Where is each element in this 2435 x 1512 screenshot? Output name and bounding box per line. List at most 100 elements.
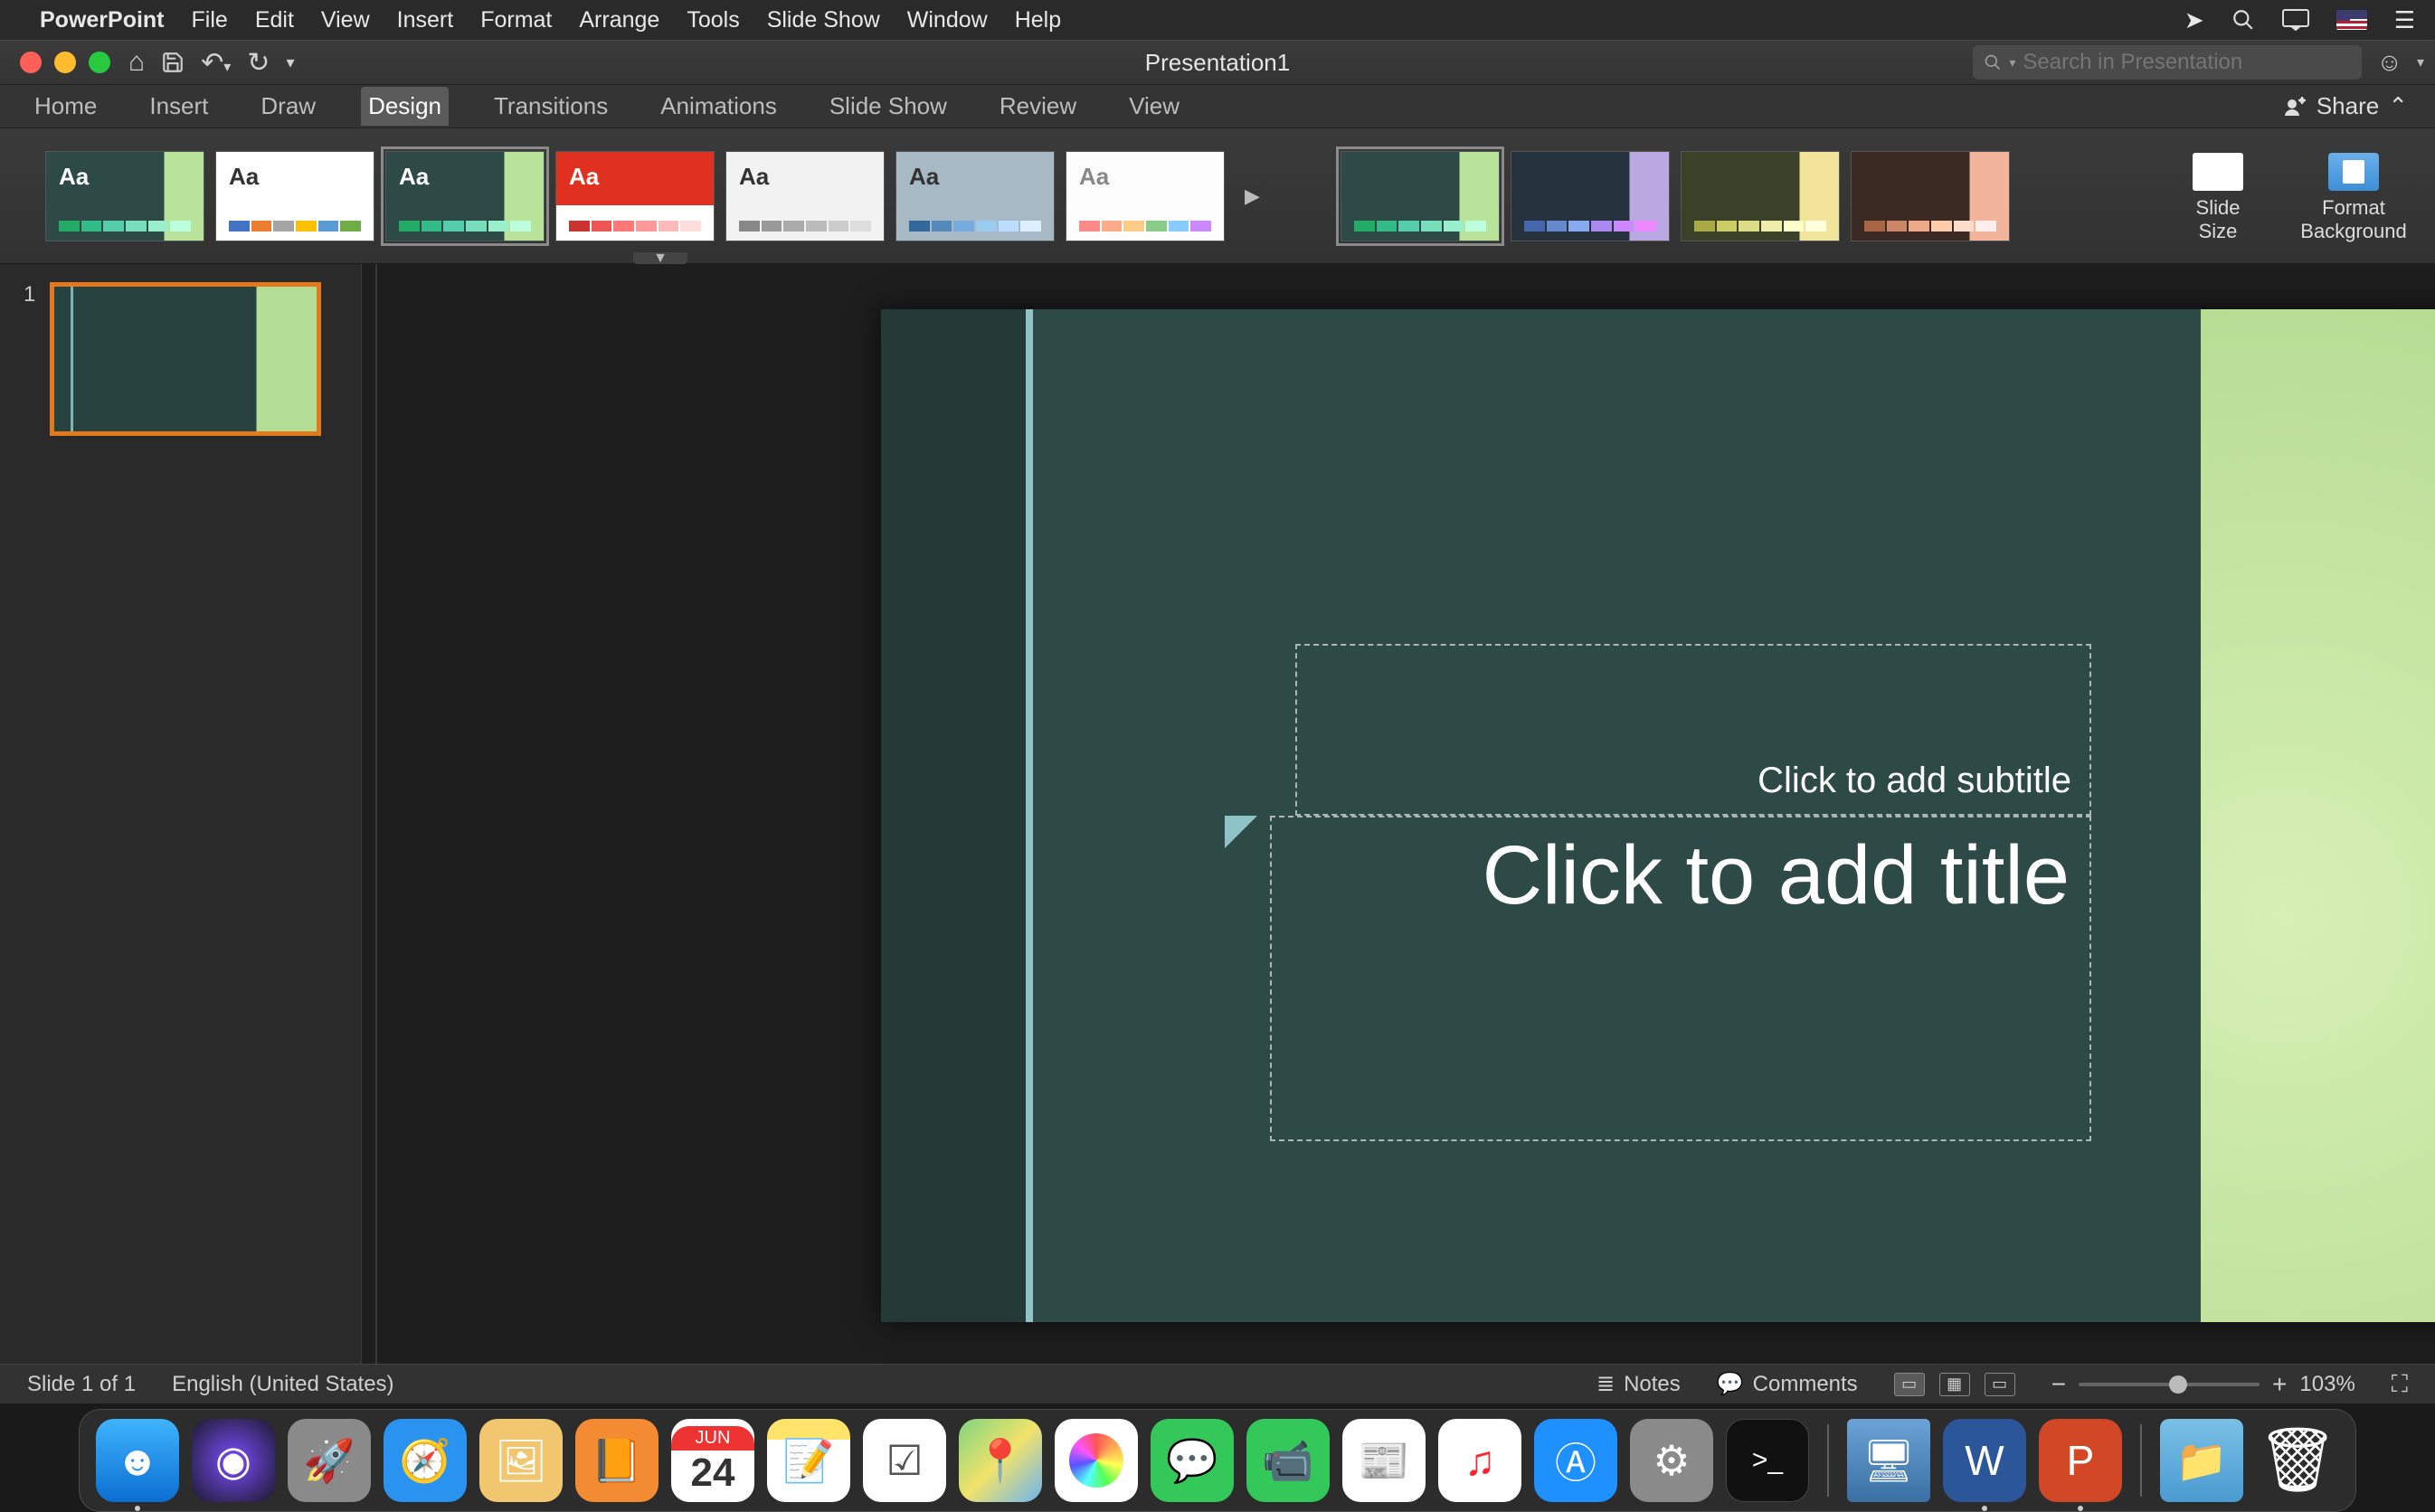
search-input[interactable] <box>2023 50 2351 75</box>
dock-word-icon[interactable]: W <box>1943 1419 2026 1502</box>
undo-icon[interactable]: ↶▾ <box>201 47 231 79</box>
dock-desktop-icon[interactable]: 🖥 <box>1847 1419 1930 1502</box>
slide-thumbnails-panel[interactable]: 1 <box>0 264 362 1364</box>
pointer-icon[interactable]: ➤ <box>2184 6 2204 34</box>
dock-photos-icon[interactable] <box>1055 1419 1138 1502</box>
menu-help[interactable]: Help <box>1015 7 1061 33</box>
menu-window[interactable]: Window <box>907 7 988 33</box>
close-window-button[interactable] <box>20 52 42 73</box>
slide-canvas-area[interactable]: Click to add subtitle Click to add title <box>362 264 2435 1364</box>
ribbon-collapse-icon[interactable]: ⌃ <box>2388 92 2408 120</box>
slide-mini-preview[interactable] <box>50 282 321 436</box>
variant-1[interactable] <box>1341 151 1500 241</box>
tab-home[interactable]: Home <box>27 87 104 126</box>
menu-tools[interactable]: Tools <box>687 7 739 33</box>
tab-slideshow[interactable]: Slide Show <box>822 87 954 126</box>
variant-2[interactable] <box>1511 151 1670 241</box>
spotlight-icon[interactable] <box>2231 8 2255 32</box>
save-icon[interactable] <box>161 51 185 74</box>
dock-sysprefs-icon[interactable]: ⚙ <box>1630 1419 1713 1502</box>
feedback-dropdown-icon[interactable]: ▾ <box>2417 53 2424 71</box>
dock-launchpad-icon[interactable]: 🚀 <box>288 1419 371 1502</box>
themes-more-icon[interactable]: ▶ <box>1236 184 1265 208</box>
dock-notes-icon[interactable]: 📝 <box>767 1419 850 1502</box>
theme-gray[interactable]: Aa <box>725 151 885 241</box>
dock-reminders-icon[interactable]: ☑ <box>863 1419 946 1502</box>
theme-office[interactable]: Aa <box>215 151 374 241</box>
redo-icon[interactable]: ↻ <box>247 47 270 79</box>
slide-thumbnail-1[interactable]: 1 <box>24 282 337 436</box>
zoom-slider-thumb[interactable] <box>2169 1375 2187 1394</box>
zoom-window-button[interactable] <box>89 52 110 73</box>
tab-animations[interactable]: Animations <box>653 87 784 126</box>
view-buttons: ▭ ▦ ▭ <box>1894 1373 2015 1396</box>
zoom-percent[interactable]: 103% <box>2299 1372 2354 1397</box>
theme-red[interactable]: Aa <box>555 151 715 241</box>
dock-news-icon[interactable]: 📰 <box>1342 1419 1426 1502</box>
notes-button[interactable]: ≣Notes <box>1596 1371 1681 1397</box>
slide[interactable]: Click to add subtitle Click to add title <box>881 309 2435 1322</box>
tab-transitions[interactable]: Transitions <box>487 87 615 126</box>
variant-4[interactable] <box>1851 151 2010 241</box>
zoom-slider[interactable] <box>2079 1383 2260 1386</box>
screen-mirroring-icon[interactable] <box>2282 9 2309 31</box>
menu-slideshow[interactable]: Slide Show <box>767 7 880 33</box>
themes-dropdown-handle[interactable]: ▼ <box>633 252 687 265</box>
dock-preview-icon[interactable]: 🖼 <box>479 1419 563 1502</box>
dock-powerpoint-icon[interactable]: P <box>2039 1419 2122 1502</box>
theme-current[interactable]: Aa <box>45 151 204 241</box>
menu-view[interactable]: View <box>321 7 370 33</box>
variant-3[interactable] <box>1681 151 1840 241</box>
tab-review[interactable]: Review <box>992 87 1084 126</box>
dock-music-icon[interactable]: ♫ <box>1438 1419 1521 1502</box>
input-source-flag-icon[interactable] <box>2336 10 2367 30</box>
dock-terminal-icon[interactable]: >_ <box>1726 1419 1809 1502</box>
minimize-window-button[interactable] <box>54 52 76 73</box>
dock-calendar-icon[interactable]: JUN24 <box>671 1419 754 1502</box>
dock-siri-icon[interactable]: ◉ <box>192 1419 275 1502</box>
app-menu[interactable]: PowerPoint <box>40 7 165 33</box>
tab-view[interactable]: View <box>1122 87 1187 126</box>
zoom-out-icon[interactable]: − <box>2051 1370 2066 1399</box>
menu-edit[interactable]: Edit <box>255 7 294 33</box>
search-in-presentation[interactable]: ▾ <box>1973 45 2362 80</box>
format-background-button[interactable]: Format Background <box>2299 153 2408 243</box>
fit-to-window-icon[interactable]: ⛶ <box>2392 1370 2408 1399</box>
ribbon-tabs: Home Insert Draw Design Transitions Anim… <box>0 85 2435 128</box>
menu-file[interactable]: File <box>192 7 228 33</box>
dock-appstore-icon[interactable]: Ⓐ <box>1534 1419 1617 1502</box>
menu-arrange[interactable]: Arrange <box>579 7 659 33</box>
menu-format[interactable]: Format <box>480 7 552 33</box>
share-button[interactable]: Share ⌃ <box>2284 92 2408 120</box>
dock-downloads-icon[interactable]: 📁 <box>2160 1419 2243 1502</box>
search-dropdown-icon[interactable]: ▾ <box>2009 55 2015 71</box>
dock-safari-icon[interactable]: 🧭 <box>384 1419 467 1502</box>
slide-size-button[interactable]: Slide Size <box>2164 153 2272 243</box>
home-icon[interactable]: ⌂ <box>128 47 145 78</box>
zoom-in-icon[interactable]: + <box>2272 1370 2287 1399</box>
reading-view-icon[interactable]: ▭ <box>1985 1373 2015 1396</box>
theme-light[interactable]: Aa <box>1066 151 1225 241</box>
tab-draw[interactable]: Draw <box>253 87 323 126</box>
control-center-icon[interactable]: ☰ <box>2394 6 2415 34</box>
dock-maps-icon[interactable]: 📍 <box>959 1419 1042 1502</box>
normal-view-icon[interactable]: ▭ <box>1894 1373 1925 1396</box>
subtitle-placeholder[interactable]: Click to add subtitle <box>1295 644 2091 816</box>
sorter-view-icon[interactable]: ▦ <box>1939 1373 1970 1396</box>
slide-count[interactable]: Slide 1 of 1 <box>27 1372 136 1397</box>
language-status[interactable]: English (United States) <box>172 1372 393 1397</box>
tab-insert[interactable]: Insert <box>142 87 215 126</box>
dock-books-icon[interactable]: 📙 <box>575 1419 658 1502</box>
feedback-icon[interactable]: ☺ <box>2376 48 2402 77</box>
qat-customize-icon[interactable]: ▾ <box>286 53 294 72</box>
title-placeholder[interactable]: Click to add title <box>1270 816 2091 1141</box>
comments-button[interactable]: 💬Comments <box>1717 1371 1858 1397</box>
dock-finder-icon[interactable]: ☻ <box>96 1419 179 1502</box>
dock-facetime-icon[interactable]: 📹 <box>1246 1419 1330 1502</box>
dock-trash-icon[interactable]: 🗑 <box>2256 1419 2339 1502</box>
tab-design[interactable]: Design <box>361 87 449 126</box>
theme-blue[interactable]: Aa <box>895 151 1055 241</box>
theme-selected[interactable]: Aa <box>385 151 545 241</box>
menu-insert[interactable]: Insert <box>397 7 454 33</box>
dock-messages-icon[interactable]: 💬 <box>1151 1419 1234 1502</box>
